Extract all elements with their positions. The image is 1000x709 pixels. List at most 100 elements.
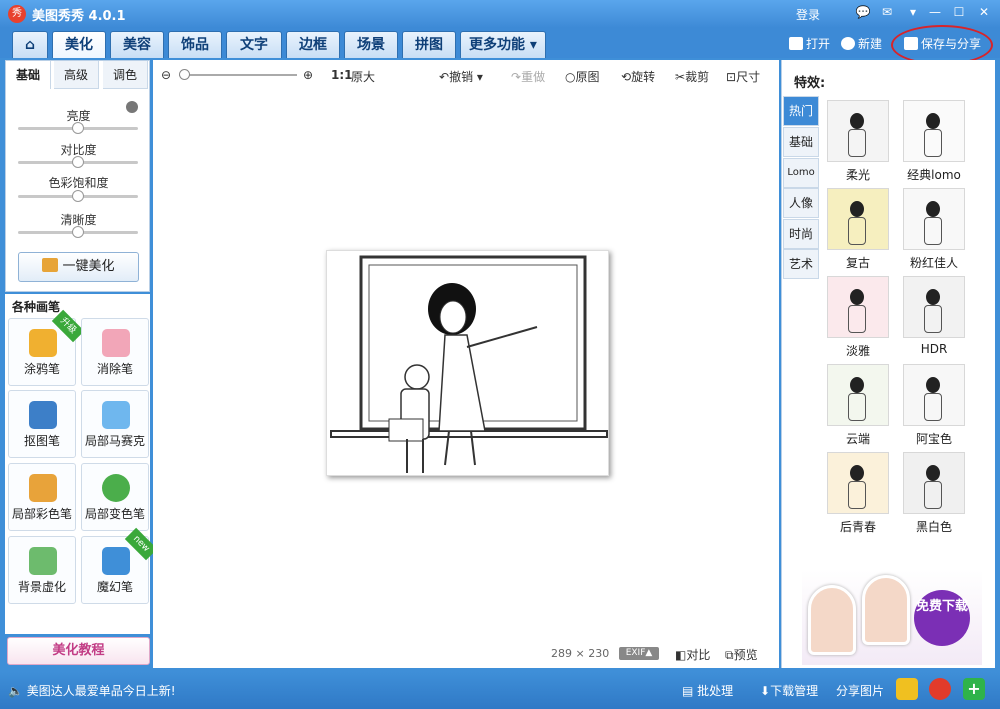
slider-knob[interactable]	[72, 226, 84, 238]
thumbnail-figure	[924, 393, 942, 421]
exif-button[interactable]: EXIF▲	[619, 647, 659, 660]
magic-pen-tool[interactable]: new 魔幻笔	[81, 527, 158, 604]
new-button[interactable]: 新建	[841, 35, 882, 52]
star-icon[interactable]	[896, 678, 918, 700]
subtab-color[interactable]: 调色	[103, 61, 148, 89]
login-link[interactable]: 登录	[796, 6, 820, 23]
slider-knob[interactable]	[72, 190, 84, 202]
zoom-1to1-button[interactable]: 1:1	[331, 68, 353, 82]
download-ad[interactable]: 免费下载	[802, 570, 982, 665]
menu-icon[interactable]: ▾	[904, 4, 922, 20]
effect-thumbnail[interactable]	[827, 100, 889, 162]
brightness-slider[interactable]	[18, 122, 138, 134]
effect-category-lomo[interactable]: Lomo	[783, 158, 819, 188]
main-nav: ⌂ 美化 美容 饰品 文字 边框 场景 拼图 更多功能 ▾ 打开 新建 保存与分…	[0, 28, 1000, 58]
saturation-slider[interactable]	[18, 190, 138, 202]
resize-icon: ⊡	[726, 70, 737, 84]
effect-category-portrait[interactable]: 人像	[783, 188, 819, 218]
effects-header: 特效:	[794, 76, 826, 91]
close-button[interactable]: ✕	[975, 4, 993, 20]
slider-knob[interactable]	[72, 156, 84, 168]
minimize-button[interactable]: —	[926, 4, 944, 20]
color-pen-tool[interactable]: 局部彩色笔	[8, 463, 76, 531]
effect-thumbnail[interactable]	[903, 188, 965, 250]
tab-scene[interactable]: 场景	[344, 31, 398, 58]
undo-button[interactable]: ↶撤销 ▾	[439, 68, 483, 85]
image-dimensions: 289 × 230	[551, 647, 610, 660]
subtab-advanced[interactable]: 高级	[54, 61, 99, 89]
tab-frame[interactable]: 边框	[286, 31, 340, 58]
compare-button[interactable]: ◧对比	[675, 646, 710, 663]
edited-image[interactable]	[326, 250, 609, 476]
tab-text[interactable]: 文字	[226, 31, 282, 58]
rotate-button[interactable]: ⟲旋转	[621, 68, 655, 85]
effect-thumbnail[interactable]	[827, 188, 889, 250]
original-size-button[interactable]: 原大	[351, 68, 375, 85]
cutout-pen-tool[interactable]: 抠图笔	[8, 390, 76, 458]
sharpness-slider[interactable]	[18, 226, 138, 238]
effect-thumbnail[interactable]	[827, 364, 889, 426]
tab-accessories[interactable]: 饰品	[168, 31, 222, 58]
thumbnail-figure	[850, 465, 864, 481]
resize-button[interactable]: ⊡尺寸	[726, 68, 760, 85]
zoom-knob[interactable]	[179, 69, 190, 80]
thumbnail-figure	[924, 129, 942, 157]
slider-knob[interactable]	[72, 122, 84, 134]
maximize-button[interactable]: ☐	[950, 4, 968, 20]
message-icon[interactable]: ✉	[878, 4, 896, 20]
effect-thumbnail[interactable]	[827, 452, 889, 514]
one-key-beautify-button[interactable]: 一键美化	[18, 252, 139, 282]
thumbnail-figure	[926, 465, 940, 481]
status-message[interactable]: 🔈 美图达人最爱单品今日上新!	[8, 682, 176, 699]
zoom-slider[interactable]	[179, 69, 297, 80]
contrast-slider[interactable]	[18, 156, 138, 168]
add-icon[interactable]: +	[963, 678, 985, 700]
thumbnail-figure	[848, 393, 866, 421]
ad-portrait-image	[808, 585, 856, 655]
effect-category-basic[interactable]: 基础	[783, 127, 819, 157]
effect-label: 经典lomo	[907, 168, 961, 182]
effect-thumbnail[interactable]	[903, 276, 965, 338]
effect-category-hot[interactable]: 热门	[783, 96, 819, 126]
wand-icon	[42, 258, 59, 272]
tutorial-button[interactable]: 美化教程	[7, 637, 150, 665]
tab-beauty[interactable]: 美容	[110, 31, 164, 58]
mosaic-tool[interactable]: 局部马赛克	[81, 390, 149, 458]
thumbnail-figure	[850, 201, 864, 217]
effect-category-fashion[interactable]: 时尚	[783, 219, 819, 249]
effect-thumbnail[interactable]	[903, 364, 965, 426]
doodle-pen-tool[interactable]: 升级 涂鸦笔	[8, 309, 85, 386]
blur-icon	[29, 547, 57, 575]
background-blur-tool[interactable]: 背景虚化	[8, 536, 76, 604]
effect-label: 阿宝色	[915, 432, 952, 446]
preview-button[interactable]: ⧉预览	[725, 646, 758, 663]
tab-home[interactable]: ⌂	[12, 31, 48, 58]
free-download-button[interactable]: 免费下载	[914, 590, 970, 646]
effect-thumbnail[interactable]	[903, 452, 965, 514]
scissors-icon: ✂	[675, 70, 686, 84]
open-button[interactable]: 打开	[789, 35, 830, 52]
zoom-out-icon[interactable]: ⊖	[161, 68, 171, 82]
weibo-icon[interactable]	[929, 678, 951, 700]
redo-button[interactable]: ↷重做	[511, 68, 545, 85]
redo-icon: ↷	[511, 70, 522, 84]
original-image-button[interactable]: ○原图	[565, 68, 600, 85]
effect-thumbnail[interactable]	[903, 100, 965, 162]
crop-button[interactable]: ✂裁剪	[675, 68, 709, 85]
zoom-in-icon[interactable]: ⊕	[303, 68, 313, 82]
recolor-pen-tool[interactable]: 局部变色笔	[81, 463, 149, 531]
thumbnail-figure	[926, 201, 940, 217]
subtab-basic[interactable]: 基础	[6, 61, 51, 89]
share-image-button[interactable]: 分享图片	[836, 682, 884, 699]
effect-thumbnail[interactable]	[827, 276, 889, 338]
batch-button[interactable]: ▤ 批处理	[682, 682, 733, 699]
highlight-circle	[891, 25, 993, 65]
tab-collage[interactable]: 拼图	[402, 31, 456, 58]
effect-category-art[interactable]: 艺术	[783, 249, 819, 279]
tab-beautify[interactable]: 美化	[52, 31, 106, 58]
canvas-area: ⊖ ⊕ 1:1 原大 ↶撤销 ▾ ↷重做 ○原图 ⟲旋转 ✂裁剪 ⊡尺寸 289…	[153, 60, 779, 668]
download-manager-button[interactable]: ⬇下载管理	[760, 682, 818, 699]
tab-more[interactable]: 更多功能 ▾	[460, 31, 546, 58]
chat-icon[interactable]: 💬	[854, 4, 872, 20]
eraser-tool[interactable]: 消除笔	[81, 318, 149, 386]
